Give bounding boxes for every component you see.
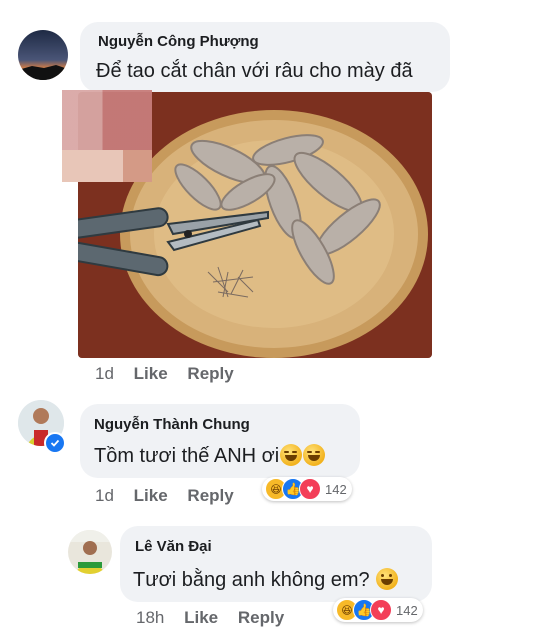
comment-text-line: Tươi bằng anh không em? [133,568,399,592]
night-sky-avatar-image [18,30,68,80]
comment-meta: 1d Like Reply [95,364,234,384]
reply-button[interactable]: Reply [187,364,233,384]
love-reaction-icon: ♥ [299,478,321,500]
comment-text: Để tao cắt chân với râu cho mày đã [96,60,413,82]
comment-text: Tồm tươi thế ANH ơi [94,445,280,467]
blurred-patch-lower [62,150,152,182]
reaction-count: 142 [325,481,347,497]
avatar-le-van-dai[interactable] [68,530,112,574]
laughing-emoji-icon [280,444,303,466]
comment-author[interactable]: Nguyễn Công Phượng [98,33,259,50]
reaction-summary[interactable]: 😆 👍 ♥ 142 [262,477,352,501]
love-reaction-icon: ♥ [370,599,392,621]
reply-button[interactable]: Reply [238,608,284,628]
comment-author[interactable]: Nguyễn Thành Chung [94,416,250,433]
player-avatar-image [68,530,112,574]
comment-author[interactable]: Lê Văn Đại [135,538,212,555]
comment-meta: 18h Like Reply [136,608,284,628]
reaction-summary[interactable]: 😆 👍 ♥ 142 [333,598,423,622]
comment-text: Tươi bằng anh không em? [133,569,370,591]
comment-time[interactable]: 1d [95,486,114,506]
laughing-emoji-icon [303,444,326,466]
comment-text-line: Tồm tươi thế ANH ơi [94,444,326,468]
comment-meta: 1d Like Reply [95,486,234,506]
like-button[interactable]: Like [134,486,168,506]
reaction-count: 142 [396,602,418,618]
verified-badge-icon [44,432,66,454]
like-button[interactable]: Like [134,364,168,384]
like-button[interactable]: Like [184,608,218,628]
comment-time[interactable]: 1d [95,364,114,384]
reply-button[interactable]: Reply [187,486,233,506]
comment-time[interactable]: 18h [136,608,164,628]
avatar-nguyen-cong-phuong[interactable] [18,30,68,80]
smile-emoji-icon [376,568,399,590]
